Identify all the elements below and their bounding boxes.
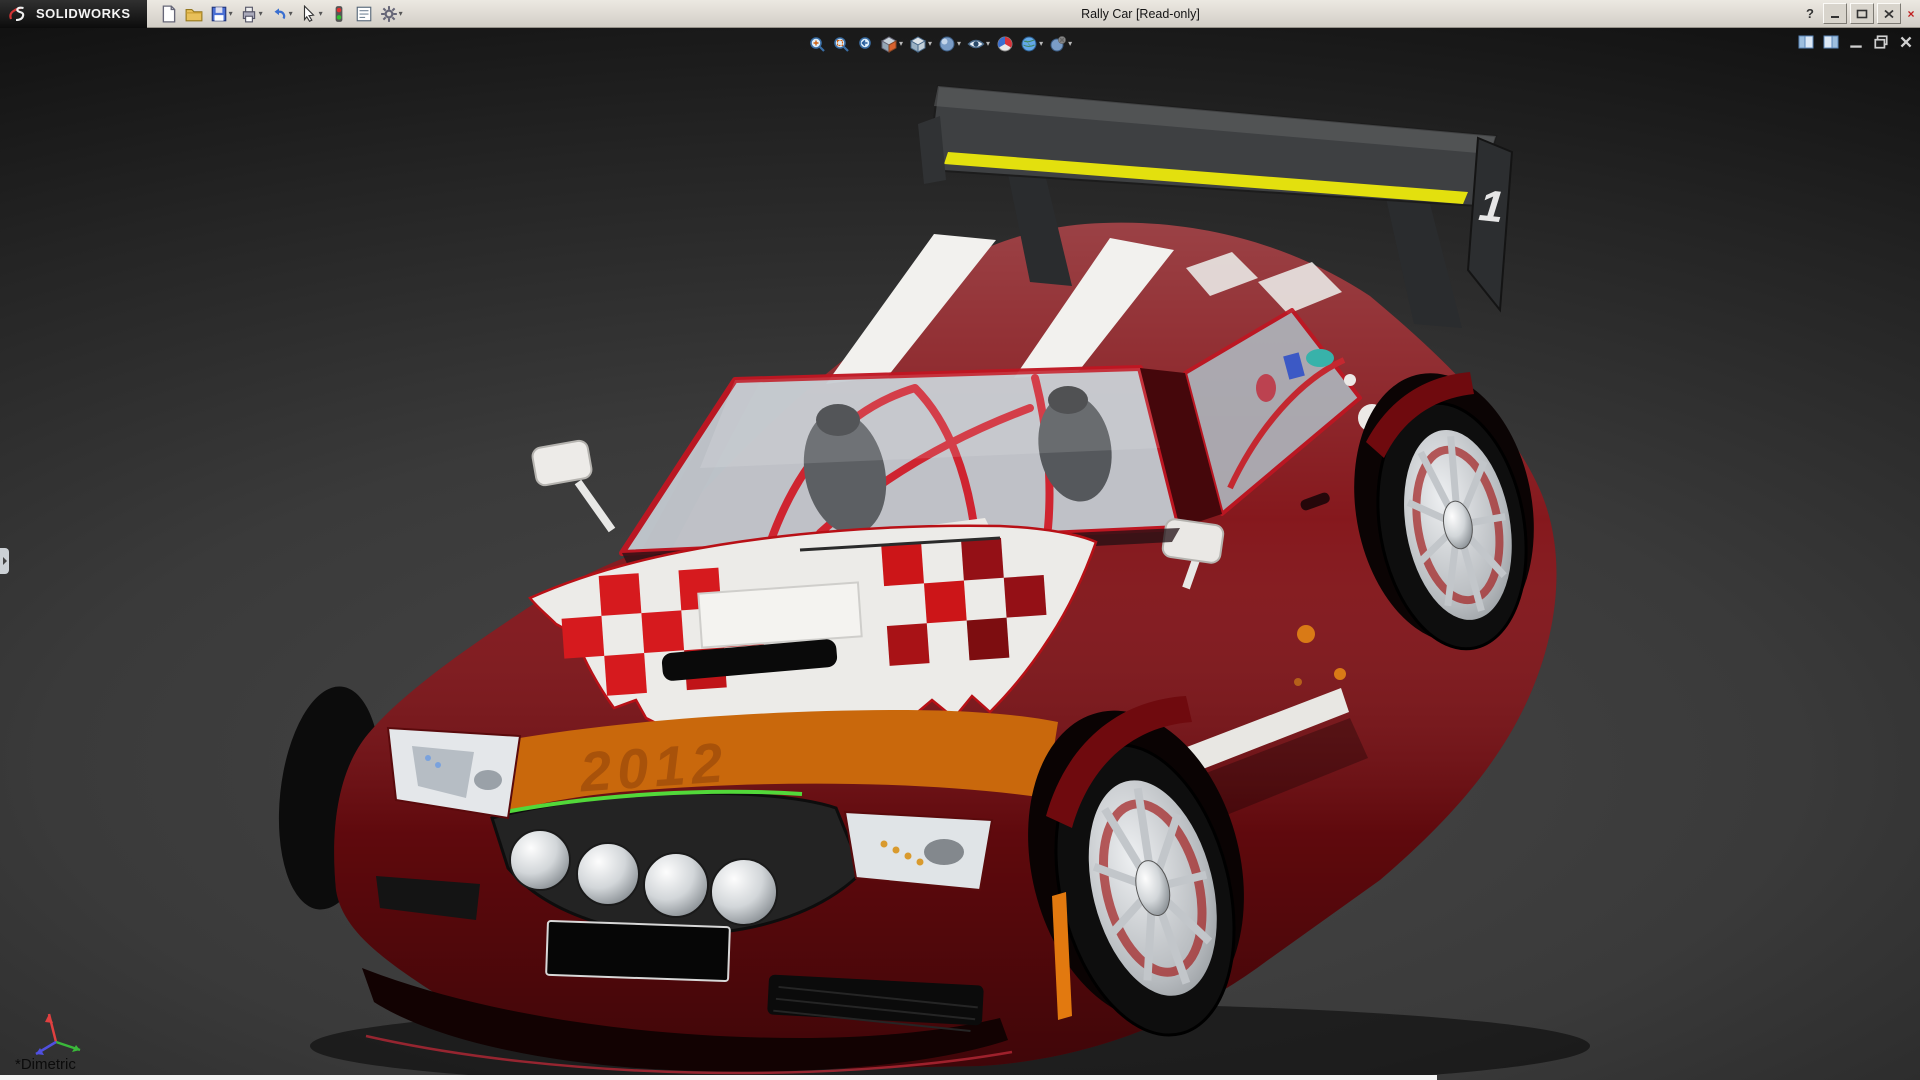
close-app-icon[interactable]: × xyxy=(1904,7,1918,21)
dropdown-arrow-icon[interactable]: ▾ xyxy=(259,10,263,18)
display-style-icon xyxy=(938,35,956,53)
zoom-to-area-button[interactable] xyxy=(830,32,852,56)
edit-appearance-icon xyxy=(996,35,1014,53)
file-properties-button[interactable] xyxy=(352,2,376,26)
x-axis-arrow xyxy=(45,1014,53,1023)
fog-lamp xyxy=(711,859,777,925)
undo-icon xyxy=(270,5,288,23)
zoom-to-fit-button[interactable] xyxy=(806,32,828,56)
section-view-button[interactable]: ▾ xyxy=(878,32,905,56)
view-orientation-label: *Dimetric xyxy=(15,1056,76,1073)
save-button[interactable]: ▾ xyxy=(207,2,236,26)
section-view-icon xyxy=(880,35,898,53)
status-strip xyxy=(0,1075,1437,1080)
minimize-document-icon xyxy=(1848,35,1864,49)
fog-lamp xyxy=(577,843,639,905)
view-orientation-icon xyxy=(909,35,927,53)
open-document-button[interactable] xyxy=(182,2,206,26)
options-button[interactable]: ▾ xyxy=(377,2,406,26)
hood-scoop xyxy=(698,582,861,647)
dropdown-arrow-icon[interactable]: ▾ xyxy=(289,10,293,18)
solidworks-logo: SOLIDWORKS xyxy=(0,0,147,28)
dropdown-arrow-icon[interactable]: ▾ xyxy=(1039,40,1043,48)
minimize-document-button[interactable] xyxy=(1848,35,1864,49)
dropdown-arrow-icon[interactable]: ▾ xyxy=(957,40,961,48)
pane-left-icon xyxy=(1798,35,1814,49)
document-window-controls xyxy=(1798,35,1914,49)
titlebar: SOLIDWORKS ▾ ▾ ▾ ▾ ▾ Rally Car [Read-only] ?… xyxy=(0,0,1920,28)
license-plate[interactable] xyxy=(546,921,730,981)
hide-show-items-button[interactable]: ▾ xyxy=(965,32,992,56)
maximize-icon xyxy=(1856,9,1868,19)
select-button[interactable]: ▾ xyxy=(297,2,326,26)
save-icon xyxy=(210,5,228,23)
undo-button[interactable]: ▾ xyxy=(267,2,296,26)
edit-appearance-button[interactable] xyxy=(994,32,1016,56)
right-headlight[interactable] xyxy=(845,812,992,890)
pane-left-button[interactable] xyxy=(1798,35,1814,49)
interior-accent xyxy=(1306,349,1334,367)
featuremanager-flyout-tab[interactable] xyxy=(0,548,9,574)
solidworks-logo-icon xyxy=(8,5,30,23)
restore-document-icon xyxy=(1873,35,1889,49)
print-icon xyxy=(240,5,258,23)
new-document-button[interactable] xyxy=(157,2,181,26)
zoom-to-fit-icon xyxy=(808,35,826,53)
view-settings-button[interactable]: ▾ xyxy=(1047,32,1074,56)
hide-show-items-icon xyxy=(967,35,985,53)
brand-name: SOLIDWORKS xyxy=(36,6,131,21)
fog-lamp xyxy=(510,830,570,890)
print-button[interactable]: ▾ xyxy=(237,2,266,26)
open-document-icon xyxy=(185,5,203,23)
close-icon xyxy=(1883,9,1895,19)
display-style-button[interactable]: ▾ xyxy=(936,32,963,56)
file-properties-icon xyxy=(355,5,373,23)
rebuild-button[interactable] xyxy=(327,2,351,26)
help-button[interactable]: ? xyxy=(1800,3,1820,24)
window-title: Rally Car [Read-only] xyxy=(1081,0,1200,28)
dropdown-arrow-icon[interactable]: ▾ xyxy=(399,10,403,18)
options-icon xyxy=(380,5,398,23)
rebuild-icon xyxy=(330,5,348,23)
apply-scene-button[interactable]: ▾ xyxy=(1018,32,1045,56)
dropdown-arrow-icon[interactable]: ▾ xyxy=(1068,40,1072,48)
previous-view-icon xyxy=(856,35,874,53)
solidworks-window: SOLIDWORKS ▾ ▾ ▾ ▾ ▾ Rally Car [Read-only] ?… xyxy=(0,0,1920,1080)
view-orientation-button[interactable]: ▾ xyxy=(907,32,934,56)
dropdown-arrow-icon[interactable]: ▾ xyxy=(319,10,323,18)
dropdown-arrow-icon[interactable]: ▾ xyxy=(899,40,903,48)
rally-car-model[interactable]: 1 xyxy=(269,86,1590,1080)
heads-up-toolbar: ▾ ▾ ▾ ▾ ▾ ▾ xyxy=(806,32,1074,56)
left-mirror[interactable] xyxy=(531,439,612,530)
maximize-window-button[interactable] xyxy=(1850,3,1874,24)
select-icon xyxy=(300,5,318,23)
graphics-viewport[interactable]: 1 xyxy=(0,28,1920,1080)
dropdown-arrow-icon[interactable]: ▾ xyxy=(229,10,233,18)
restore-document-button[interactable] xyxy=(1873,35,1889,49)
wing-support-right xyxy=(1386,198,1462,328)
minimize-icon xyxy=(1829,9,1841,19)
pane-right-button[interactable] xyxy=(1823,35,1839,49)
window-controls: ? × xyxy=(1800,3,1918,24)
dropdown-arrow-icon[interactable]: ▾ xyxy=(928,40,932,48)
apply-scene-icon xyxy=(1020,35,1038,53)
view-settings-icon xyxy=(1049,35,1067,53)
main-toolbar: ▾ ▾ ▾ ▾ ▾ xyxy=(157,2,406,26)
dropdown-arrow-icon[interactable]: ▾ xyxy=(986,40,990,48)
minimize-window-button[interactable] xyxy=(1823,3,1847,24)
close-document-icon xyxy=(1898,35,1914,49)
previous-view-button[interactable] xyxy=(854,32,876,56)
wing-number-decal: 1 xyxy=(1477,181,1506,232)
scene-render: 1 xyxy=(0,28,1920,1080)
pane-right-icon xyxy=(1823,35,1839,49)
fog-lamp xyxy=(644,853,708,917)
new-document-icon xyxy=(160,5,178,23)
close-document-button[interactable] xyxy=(1898,35,1914,49)
zoom-to-area-icon xyxy=(832,35,850,53)
close-window-button[interactable] xyxy=(1877,3,1901,24)
